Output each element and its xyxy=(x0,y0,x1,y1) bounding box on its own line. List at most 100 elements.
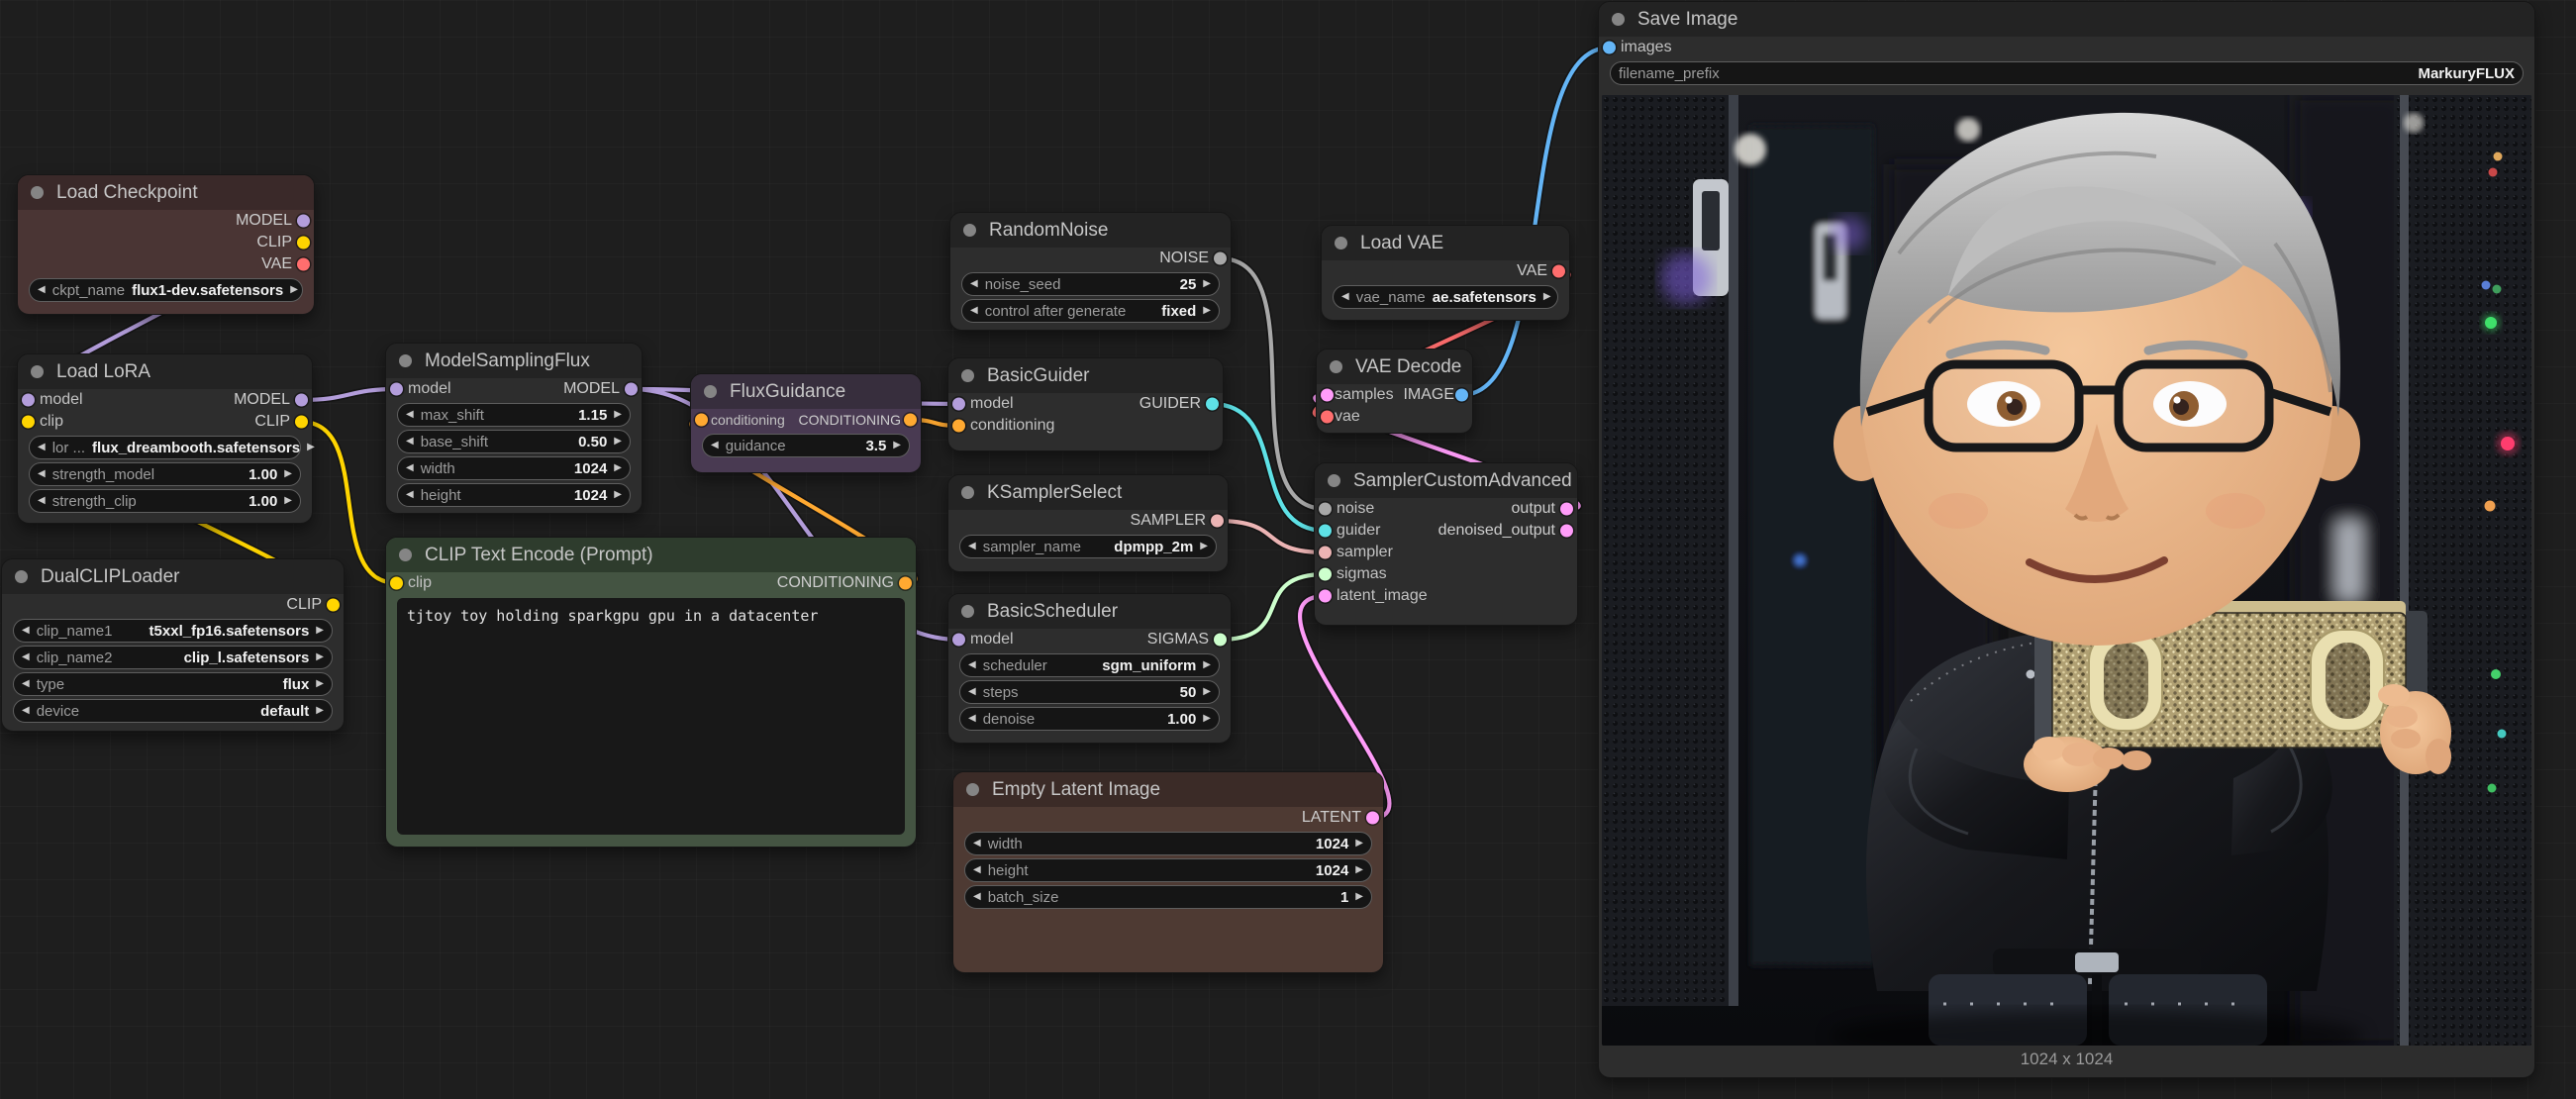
right-arrow-icon[interactable] xyxy=(893,441,901,450)
left-arrow-icon[interactable] xyxy=(22,626,30,636)
widget-clip-name2[interactable]: clip_name2clip_l.safetensors xyxy=(13,646,333,669)
widget-height[interactable]: height1024 xyxy=(964,858,1372,882)
node-sampler-custom-advanced[interactable]: SamplerCustomAdvanced noiseoutput guider… xyxy=(1315,463,1577,625)
node-ksampler-select[interactable]: KSamplerSelect SAMPLER sampler_namedpmpp… xyxy=(948,475,1228,571)
collapse-dot-icon[interactable] xyxy=(399,354,412,367)
right-arrow-icon[interactable] xyxy=(1203,660,1211,670)
node-header[interactable]: KSamplerSelect xyxy=(948,475,1228,510)
node-header[interactable]: RandomNoise xyxy=(950,213,1231,248)
widget-clip-name1[interactable]: clip_name1t5xxl_fp16.safetensors xyxy=(13,619,333,643)
left-arrow-icon[interactable] xyxy=(38,496,46,506)
node-load-vae[interactable]: Load VAE VAE vae_nameae.safetensors xyxy=(1322,226,1569,320)
node-header[interactable]: Save Image xyxy=(1599,2,2534,37)
port-sigmas-input[interactable] xyxy=(1319,568,1332,581)
left-arrow-icon[interactable] xyxy=(38,443,46,452)
left-arrow-icon[interactable] xyxy=(38,469,46,479)
widget-scheduler[interactable]: schedulersgm_uniform xyxy=(959,653,1220,677)
left-arrow-icon[interactable] xyxy=(406,437,414,447)
node-empty-latent-image[interactable]: Empty Latent Image LATENT width1024 heig… xyxy=(953,772,1383,972)
collapse-dot-icon[interactable] xyxy=(1335,237,1347,250)
port-latent-output[interactable] xyxy=(1366,812,1379,825)
widget-control-after-generate[interactable]: control after generatefixed xyxy=(961,299,1220,323)
right-arrow-icon[interactable] xyxy=(614,490,622,500)
port-conditioning-output[interactable] xyxy=(904,414,917,427)
widget-vae-name[interactable]: vae_nameae.safetensors xyxy=(1333,285,1558,309)
node-header[interactable]: FluxGuidance xyxy=(691,374,921,409)
port-latent-image-input[interactable] xyxy=(1319,590,1332,603)
collapse-dot-icon[interactable] xyxy=(961,605,974,618)
port-vae-output[interactable] xyxy=(1552,265,1565,278)
port-conditioning-output[interactable] xyxy=(899,577,912,590)
widget-guidance[interactable]: guidance3.5 xyxy=(702,434,910,457)
left-arrow-icon[interactable] xyxy=(22,679,30,689)
node-header[interactable]: VAE Decode xyxy=(1317,350,1472,384)
collapse-dot-icon[interactable] xyxy=(704,385,717,398)
right-arrow-icon[interactable] xyxy=(1543,292,1551,302)
right-arrow-icon[interactable] xyxy=(1203,714,1211,724)
widget-sampler-name[interactable]: sampler_namedpmpp_2m xyxy=(959,535,1217,558)
port-noise-input[interactable] xyxy=(1319,503,1332,516)
port-model-input[interactable] xyxy=(952,634,965,647)
right-arrow-icon[interactable] xyxy=(284,496,292,506)
left-arrow-icon[interactable] xyxy=(973,892,981,902)
port-denoised-output[interactable] xyxy=(1560,525,1573,538)
port-vae-input[interactable] xyxy=(1321,411,1334,424)
widget-noise-seed[interactable]: noise_seed25 xyxy=(961,272,1220,296)
right-arrow-icon[interactable] xyxy=(1203,687,1211,697)
left-arrow-icon[interactable] xyxy=(968,687,976,697)
port-noise-output[interactable] xyxy=(1214,252,1227,265)
node-header[interactable]: SamplerCustomAdvanced xyxy=(1315,463,1577,498)
left-arrow-icon[interactable] xyxy=(973,865,981,875)
port-conditioning-input[interactable] xyxy=(695,414,708,427)
node-header[interactable]: Load LoRA xyxy=(18,354,312,389)
right-arrow-icon[interactable] xyxy=(316,679,324,689)
right-arrow-icon[interactable] xyxy=(1200,542,1208,551)
node-header[interactable]: BasicGuider xyxy=(948,358,1223,393)
widget-width[interactable]: width1024 xyxy=(397,456,631,480)
collapse-dot-icon[interactable] xyxy=(966,783,979,796)
right-arrow-icon[interactable] xyxy=(307,443,315,452)
left-arrow-icon[interactable] xyxy=(968,714,976,724)
port-model-output[interactable] xyxy=(295,394,308,407)
port-model-input[interactable] xyxy=(952,398,965,411)
node-header[interactable]: Load Checkpoint xyxy=(18,175,314,210)
node-header[interactable]: CLIP Text Encode (Prompt) xyxy=(386,538,916,572)
widget-ckpt-name[interactable]: ckpt_nameflux1-dev.safetensors xyxy=(29,278,303,302)
collapse-dot-icon[interactable] xyxy=(1328,474,1340,487)
node-header[interactable]: Load VAE xyxy=(1322,226,1569,260)
node-clip-text-encode[interactable]: CLIP Text Encode (Prompt) clipCONDITIONI… xyxy=(386,538,916,847)
right-arrow-icon[interactable] xyxy=(284,469,292,479)
node-random-noise[interactable]: RandomNoise NOISE noise_seed25 control a… xyxy=(950,213,1231,330)
right-arrow-icon[interactable] xyxy=(1203,279,1211,289)
widget-max-shift[interactable]: max_shift1.15 xyxy=(397,403,631,427)
widget-denoise[interactable]: denoise1.00 xyxy=(959,707,1220,731)
port-clip-output[interactable] xyxy=(327,599,340,612)
right-arrow-icon[interactable] xyxy=(614,410,622,420)
widget-batch-size[interactable]: batch_size1 xyxy=(964,885,1372,909)
node-flux-guidance[interactable]: FluxGuidance conditioningCONDITIONING gu… xyxy=(691,374,921,472)
right-arrow-icon[interactable] xyxy=(1355,839,1363,849)
left-arrow-icon[interactable] xyxy=(968,542,976,551)
node-load-lora[interactable]: Load LoRA modelMODEL clipCLIP lor ...flu… xyxy=(18,354,312,523)
left-arrow-icon[interactable] xyxy=(406,463,414,473)
left-arrow-icon[interactable] xyxy=(711,441,719,450)
port-samples-input[interactable] xyxy=(1321,389,1334,402)
collapse-dot-icon[interactable] xyxy=(961,486,974,499)
left-arrow-icon[interactable] xyxy=(968,660,976,670)
port-clip-output[interactable] xyxy=(295,416,308,429)
collapse-dot-icon[interactable] xyxy=(399,549,412,561)
right-arrow-icon[interactable] xyxy=(1355,865,1363,875)
port-conditioning-input[interactable] xyxy=(952,420,965,433)
port-images-input[interactable] xyxy=(1603,42,1616,54)
widget-width[interactable]: width1024 xyxy=(964,832,1372,855)
left-arrow-icon[interactable] xyxy=(1341,292,1349,302)
node-basic-scheduler[interactable]: BasicScheduler modelSIGMAS schedulersgm_… xyxy=(948,594,1231,743)
port-model-output[interactable] xyxy=(625,383,638,396)
widget-base-shift[interactable]: base_shift0.50 xyxy=(397,430,631,453)
node-header[interactable]: BasicScheduler xyxy=(948,594,1231,629)
port-clip-output[interactable] xyxy=(297,237,310,250)
node-header[interactable]: Empty Latent Image xyxy=(953,772,1383,807)
left-arrow-icon[interactable] xyxy=(973,839,981,849)
left-arrow-icon[interactable] xyxy=(22,706,30,716)
port-guider-input[interactable] xyxy=(1319,525,1332,538)
